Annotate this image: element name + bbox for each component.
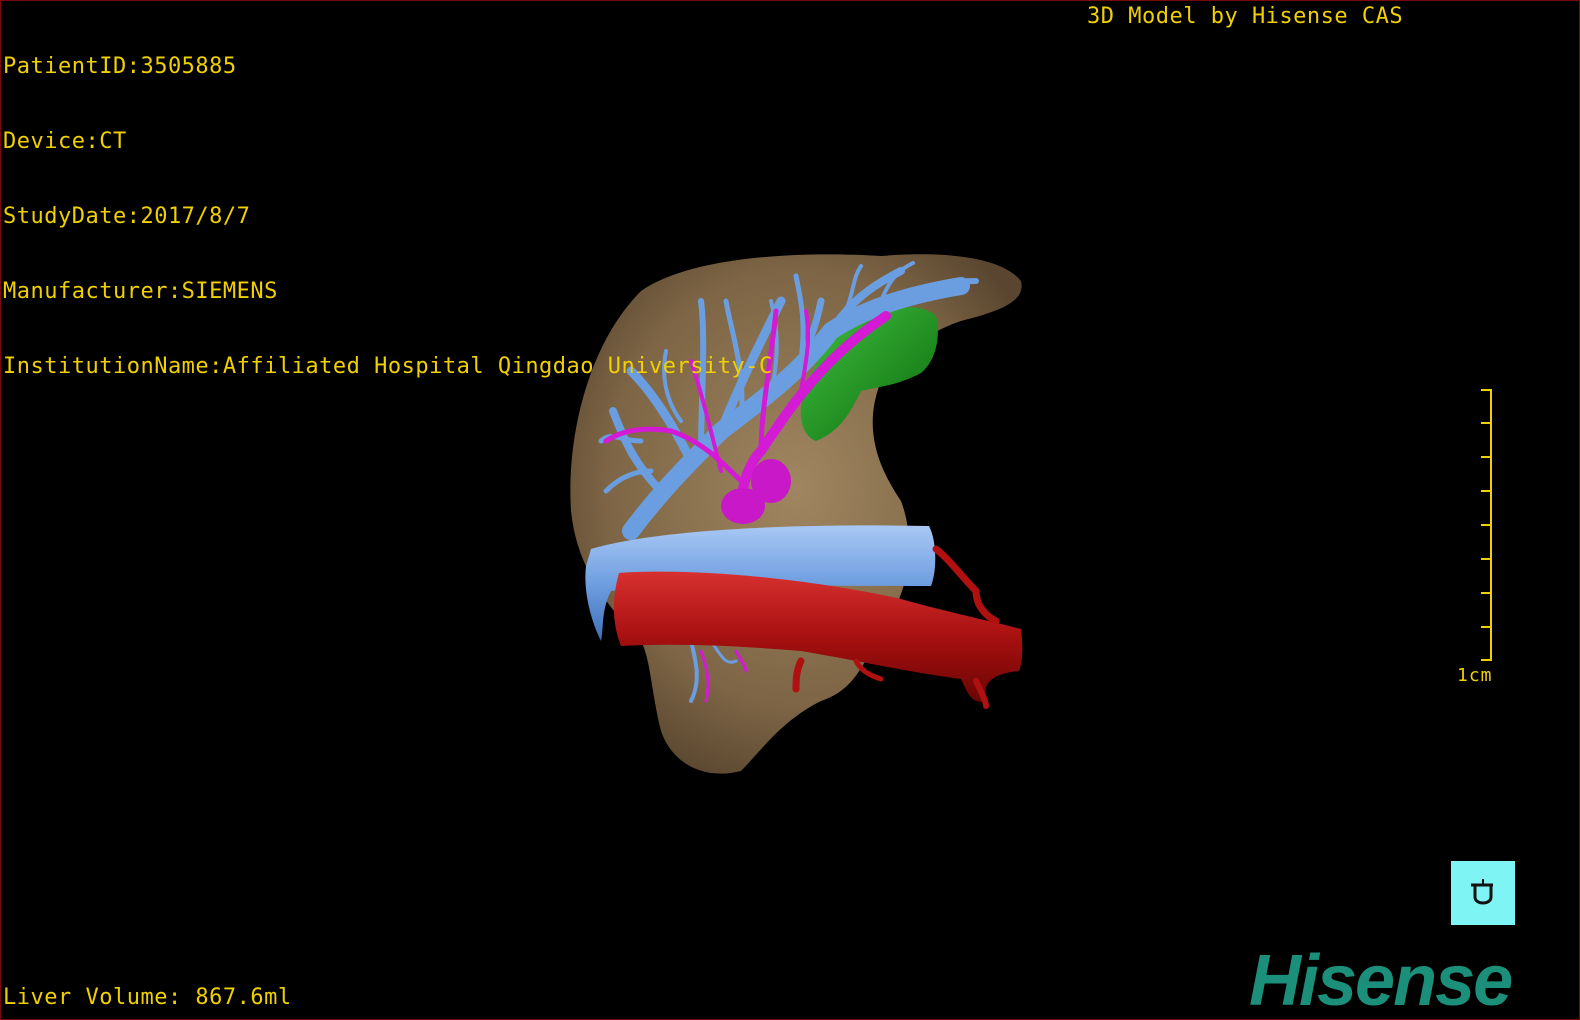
study-date: StudyDate:2017/8/7	[3, 204, 251, 229]
liver-volume: Liver Volume: 867.6ml	[3, 985, 292, 1010]
institution-name: InstitutionName:Affiliated Hospital Qing…	[3, 354, 773, 379]
manufacturer: Manufacturer:SIEMENS	[3, 279, 278, 304]
orientation-cube-button[interactable]	[1451, 861, 1515, 925]
hisense-logo: Hisense	[1249, 941, 1513, 1020]
study-info-panel: PatientID:3505885 Device:CT StudyDate:20…	[3, 4, 773, 429]
scale-label: 1cm	[1457, 665, 1493, 686]
model-credit: 3D Model by Hisense CAS	[1087, 4, 1404, 29]
patient-id: PatientID:3505885	[3, 54, 237, 79]
3d-viewport[interactable]: PatientID:3505885 Device:CT StudyDate:20…	[0, 0, 1580, 1020]
orientation-cube-icon	[1471, 879, 1493, 905]
scale-bar	[1481, 389, 1492, 661]
device: Device:CT	[3, 129, 127, 154]
